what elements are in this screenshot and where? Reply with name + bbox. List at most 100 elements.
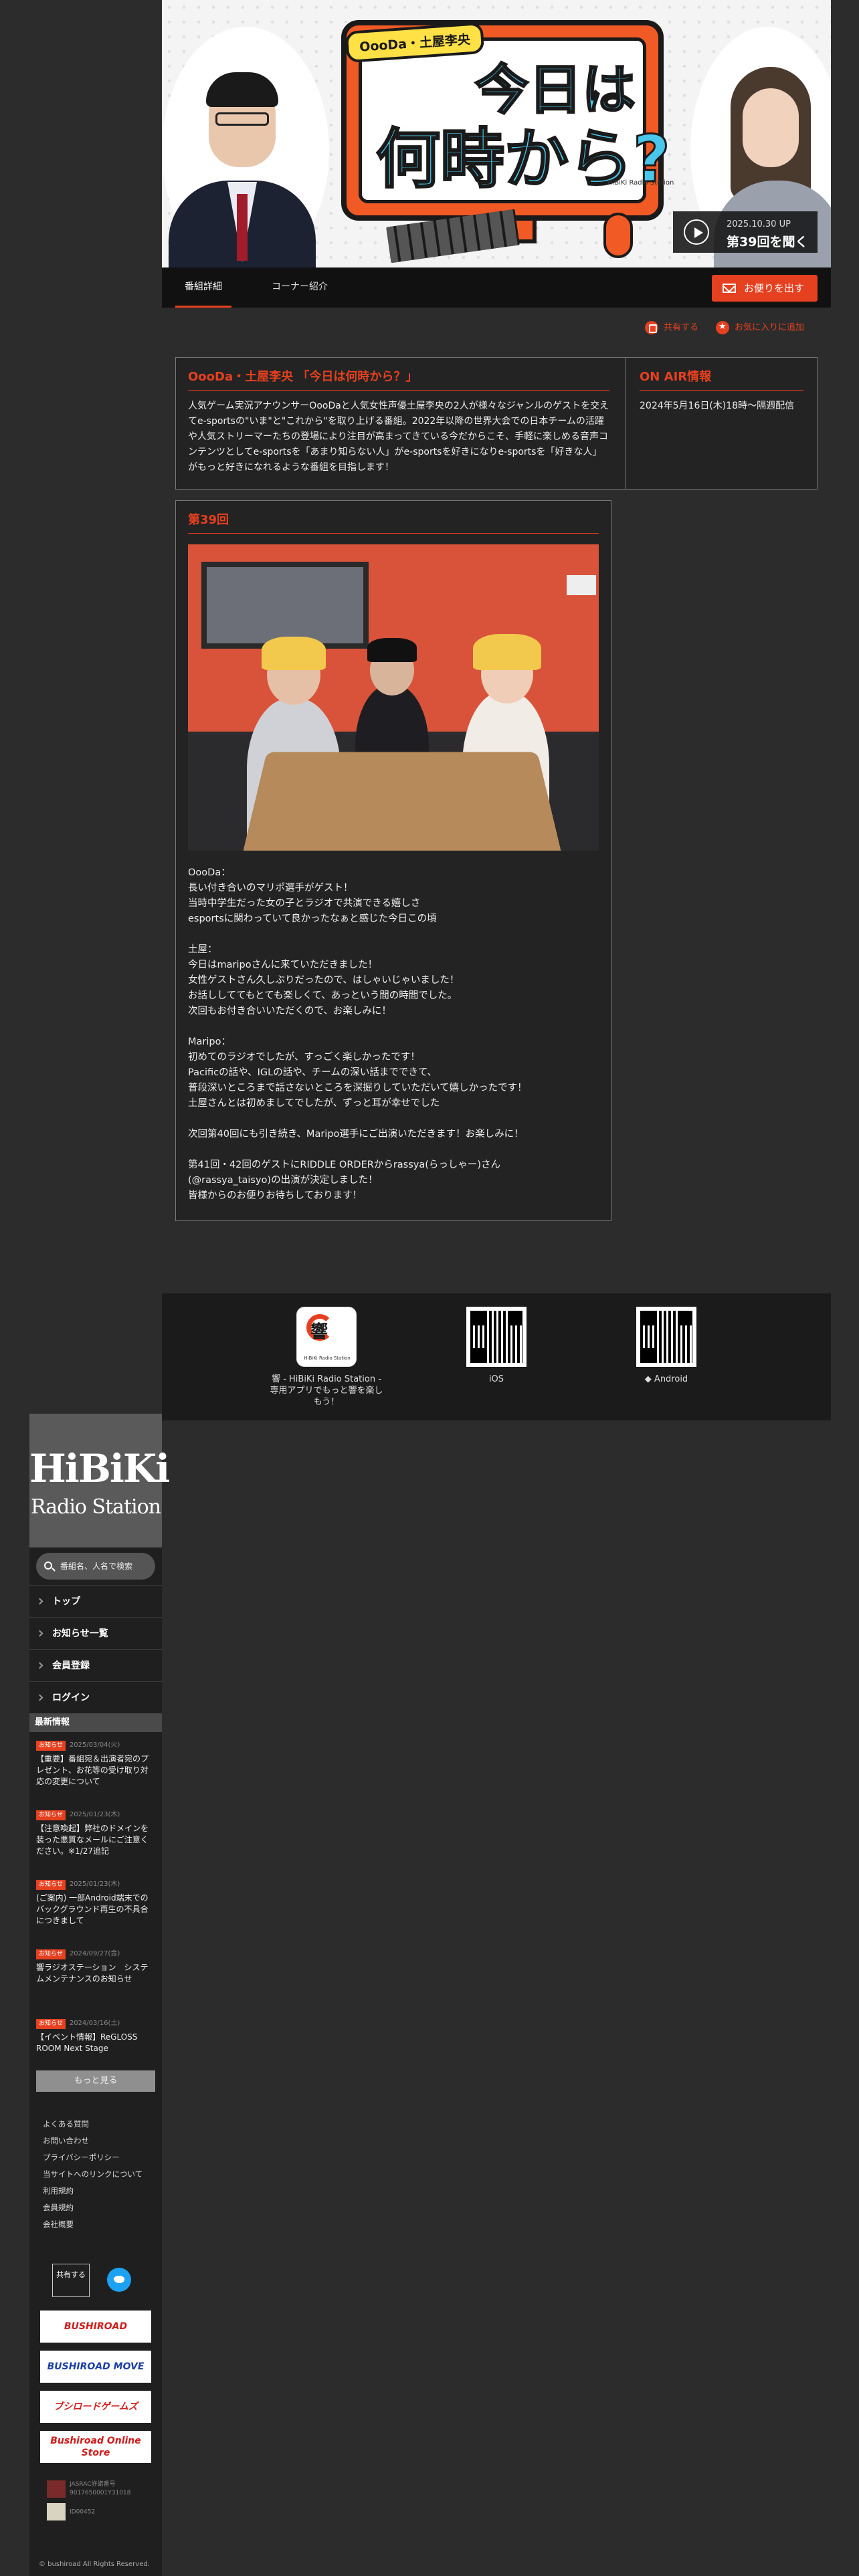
episode-studio-photo	[188, 544, 599, 851]
logo-line1: HiBiKi	[29, 1446, 170, 1491]
send-letter-button[interactable]: お便りを出す	[712, 275, 818, 302]
episode-box: 第39回 OooDa： 長い付き合いのマリポ選手がゲスト！ 当時中学生だった女の…	[175, 500, 611, 1221]
send-letter-label: お便りを出す	[744, 282, 805, 294]
ios-qr-link[interactable]: iOS	[456, 1307, 537, 1385]
link-terms[interactable]: 利用規約	[43, 2183, 162, 2199]
banner-online-store[interactable]: Bushiroad Online Store	[40, 2431, 151, 2463]
copyright: © bushiroad All Rights Reserved.	[39, 2561, 150, 2568]
app-logo-mark: 響	[310, 1322, 328, 1342]
sidebar-item-login[interactable]: ログイン	[29, 1681, 162, 1713]
link-faq[interactable]: よくある質問	[43, 2116, 162, 2133]
site-logo[interactable]: HiBiKi Radio Station	[29, 1414, 170, 1547]
share-label: 共有する	[664, 322, 699, 333]
news-date: 2025/03/04(火)	[69, 1741, 120, 1749]
favorite-label: お気に入りに追加	[735, 322, 805, 333]
app-store-promo[interactable]: 響 HiBiKi Radio Station 響 - HiBiKi Radio …	[266, 1307, 387, 1408]
share-icon	[645, 321, 658, 334]
program-tab-bar: 番組詳細 コーナー紹介 お便りを出す	[162, 267, 831, 308]
main-column: OooDa・土屋李央 今日は 何時から? HiBiKi Radio Statio…	[162, 0, 831, 1420]
news-item[interactable]: お知らせ 2024/09/27(金) 響ラジオステーション システムメンテナンスの…	[29, 1941, 162, 2010]
news-title: 【注意喚起】弊社のドメインを装った悪質なメールにご注意ください。※1/27追記	[36, 1824, 149, 1856]
mouse-illustration	[603, 213, 633, 258]
episode-date: 2025.10.30 UP	[727, 219, 791, 229]
nextone-license: ID00452	[47, 2503, 162, 2520]
sidebar-item-label: 会員登録	[52, 1660, 90, 1671]
jasrac-license: JASRAC許諾番号 9017650001Y31018	[47, 2480, 162, 2498]
news-badge: お知らせ	[36, 1741, 66, 1751]
add-favorite-button[interactable]: お気に入りに追加	[716, 320, 805, 334]
sidebar-share: 共有する	[29, 2257, 162, 2311]
star-icon	[716, 320, 729, 334]
search-input[interactable]: 番組名、人名で検索	[36, 1553, 155, 1580]
program-title: OooDa・土屋李央 「今日は何時から？」	[188, 367, 609, 391]
onair-title: ON AIR情報	[640, 367, 803, 391]
news-badge: お知らせ	[36, 2019, 66, 2029]
link-privacy[interactable]: プライバシーポリシー	[43, 2149, 162, 2166]
news-title: 響ラジオステーション システムメンテナンスのお知らせ	[36, 1963, 149, 1983]
envelope-icon	[723, 284, 736, 293]
episode-notes: OooDa： 長い付き合いのマリポ選手がゲスト！ 当時中学生だった女の子とラジオ…	[188, 867, 527, 1201]
program-logo-brand: HiBiKi Radio Station	[607, 179, 674, 187]
share-row: 共有する お気に入りに追加	[162, 308, 831, 357]
link-contact[interactable]: お問い合わせ	[43, 2133, 162, 2149]
chevron-right-icon	[36, 1598, 43, 1605]
banner-bushiroad-move[interactable]: BUSHIROAD MOVE	[40, 2351, 151, 2383]
nextone-number: ID00452	[70, 2508, 96, 2516]
news-date: 2024/03/16(土)	[69, 2020, 120, 2027]
program-description: 人気ゲーム実況アナウンサーOooDaと人気女性声優土屋李央の2人が様々なジャンル…	[188, 401, 609, 473]
episode-title: 第39回	[188, 510, 599, 534]
ios-caption: iOS	[488, 1374, 504, 1384]
program-hero-banner: OooDa・土屋李央 今日は 何時から? HiBiKi Radio Statio…	[162, 0, 831, 267]
news-date: 2025/01/23(木)	[69, 1811, 120, 1818]
sidebar-item-label: ログイン	[52, 1693, 90, 1703]
news-item[interactable]: お知らせ 2025/01/23(木) 【注意喚起】弊社のドメインを装った悪質なメー…	[29, 1802, 162, 1871]
news-item[interactable]: お知らせ 2025/01/23(木) (ご案内) 一部Android端末でのバック…	[29, 1871, 162, 1941]
more-news-button[interactable]: もっと見る	[36, 2070, 155, 2092]
jasrac-logo	[47, 2480, 66, 2498]
banner-bushiroad[interactable]: BUSHIROAD	[40, 2311, 151, 2343]
link-company[interactable]: 会社概要	[43, 2216, 162, 2233]
host-photo-oooda	[162, 27, 329, 267]
link-linking[interactable]: 当サイトへのリンクについて	[43, 2166, 162, 2183]
twitter-icon[interactable]	[107, 2268, 131, 2292]
sidebar-share-button[interactable]: 共有する	[52, 2264, 90, 2297]
play-label: 第39回を聞く	[727, 235, 808, 249]
tab-program-details[interactable]: 番組詳細	[175, 267, 231, 308]
news-title: 【イベント情報】ReGLOSS ROOM Next Stage	[36, 2032, 138, 2053]
app-logo-sub: HiBiKi Radio Station	[304, 1356, 351, 1361]
search-placeholder: 番組名、人名で検索	[60, 1562, 133, 1571]
app-download-band: 響 HiBiKi Radio Station 響 - HiBiKi Radio …	[162, 1293, 831, 1420]
banner-bushiroad-games[interactable]: ブシロードゲームズ	[40, 2391, 151, 2423]
share-button[interactable]: 共有する	[645, 321, 698, 334]
link-member-terms[interactable]: 会員規約	[43, 2199, 162, 2216]
chevron-right-icon	[36, 1694, 43, 1701]
android-qr-link[interactable]: ◆ Android	[626, 1307, 706, 1385]
search-icon	[44, 1562, 52, 1570]
sidebar: HiBiKi Radio Station 番組名、人名で検索 トップ お知らせ一…	[29, 1414, 170, 2576]
news-badge: お知らせ	[36, 1949, 66, 1959]
chevron-right-icon	[36, 1662, 43, 1669]
onair-schedule: 2024年5月16日(木)18時〜隔週配信	[640, 401, 795, 411]
program-info-box: OooDa・土屋李央 「今日は何時から？」 人気ゲーム実況アナウンサーOooDa…	[175, 357, 818, 490]
news-item[interactable]: お知らせ 2025/03/04(火) 【重要】番組宛＆出演者宛のプレゼント、お花等…	[29, 1732, 162, 1802]
sidebar-item-label: お知らせ一覧	[52, 1628, 108, 1639]
sidebar-item-register[interactable]: 会員登録	[29, 1649, 162, 1681]
play-latest-episode-button[interactable]: 2025.10.30 UP 第39回を聞く	[673, 211, 818, 253]
footer-links: よくある質問 お問い合わせ プライバシーポリシー 当サイトへのリンクについて 利…	[29, 2116, 162, 2233]
news-date: 2024/09/27(金)	[69, 1950, 120, 1957]
news-item[interactable]: お知らせ 2024/03/16(土) 【イベント情報】ReGLOSS ROOM N…	[29, 2010, 162, 2066]
news-date: 2025/01/23(木)	[69, 1881, 120, 1888]
logo-line2: Radio Station	[30, 1495, 161, 1519]
hibiki-app-logo: 響 HiBiKi Radio Station	[296, 1307, 357, 1367]
android-caption: ◆ Android	[644, 1374, 688, 1384]
sidebar-item-news[interactable]: お知らせ一覧	[29, 1617, 162, 1649]
nextone-logo	[47, 2503, 66, 2520]
tab-corner-intro[interactable]: コーナー紹介	[262, 267, 337, 308]
play-icon	[684, 219, 709, 245]
app-promo-caption: 響 - HiBiKi Radio Station - 専用アプリでもっと響を楽し…	[270, 1374, 383, 1407]
news-title: (ご案内) 一部Android端末でのバックグラウンド再生の不具合につきまして	[36, 1893, 149, 1925]
news-badge: お知らせ	[36, 1880, 66, 1890]
chevron-right-icon	[36, 1630, 43, 1637]
sidebar-item-top[interactable]: トップ	[29, 1585, 162, 1617]
news-badge: お知らせ	[36, 1810, 66, 1820]
